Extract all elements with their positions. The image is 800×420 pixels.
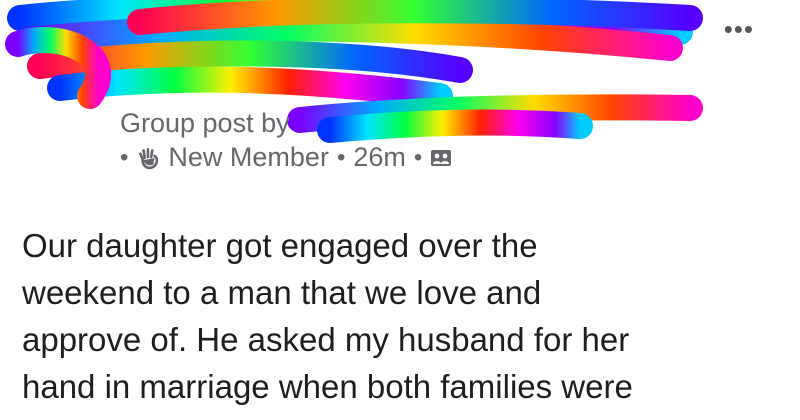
- waving-hand-icon: [139, 147, 159, 169]
- facebook-group-post: ••• Group post by • New Member • 26m • O…: [0, 0, 800, 420]
- post-line: hand in marriage when both families were: [22, 368, 633, 405]
- post-body: Our daughter got engaged over the weeken…: [22, 222, 782, 410]
- post-line: weekend to a man that we love and: [22, 274, 542, 311]
- post-line: Our daughter got engaged over the: [22, 227, 538, 264]
- post-line: approve of. He asked my husband for her: [22, 321, 630, 358]
- meta-separator: •: [336, 143, 346, 171]
- more-options-icon[interactable]: •••: [724, 16, 754, 42]
- member-badge-label: New Member: [168, 142, 329, 172]
- meta-separator: •: [120, 143, 129, 171]
- post-timestamp[interactable]: 26m: [353, 142, 406, 173]
- post-meta: • New Member • 26m •: [118, 142, 452, 173]
- group-audience-icon: [431, 149, 452, 166]
- meta-separator: •: [413, 143, 423, 171]
- group-post-by-label: Group post by: [120, 108, 290, 138]
